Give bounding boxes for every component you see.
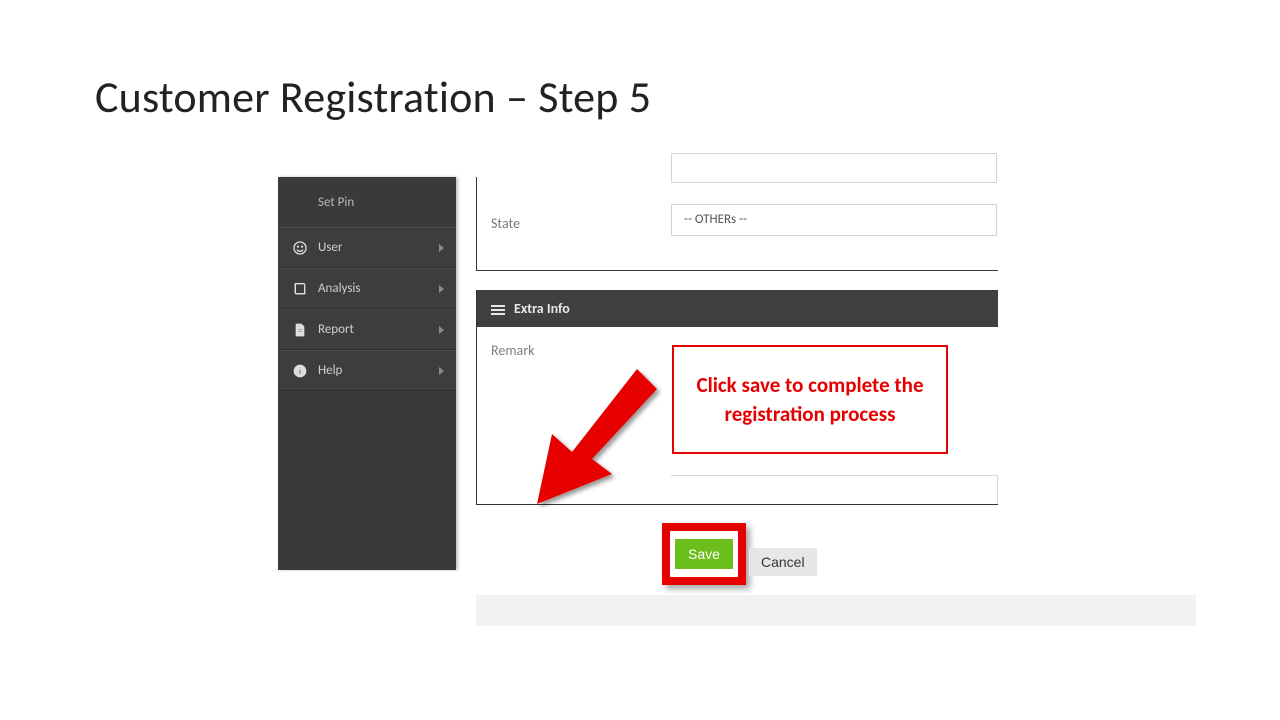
- sidebar: Set Pin User Analysis: [278, 177, 456, 570]
- document-icon: [292, 322, 308, 338]
- state-label: State: [491, 215, 520, 232]
- sidebar-item-label: User: [318, 240, 456, 255]
- sidebar-item-analysis[interactable]: Analysis: [278, 268, 456, 309]
- panel-header: Extra Info: [477, 290, 998, 327]
- state-select[interactable]: -- OTHERs --: [671, 204, 997, 236]
- slide: Customer Registration – Step 5 Set Pin U…: [0, 0, 1280, 720]
- save-button[interactable]: Save: [675, 539, 733, 569]
- cancel-button[interactable]: Cancel: [749, 548, 817, 576]
- sidebar-item-label: Analysis: [318, 281, 456, 296]
- sidebar-item-user[interactable]: User: [278, 227, 456, 268]
- chevron-right-icon: [439, 244, 444, 252]
- sidebar-item-report[interactable]: Report: [278, 309, 456, 350]
- annotation-callout: Click save to complete the registration …: [672, 345, 948, 454]
- sidebar-setpin-label: Set Pin: [318, 195, 354, 210]
- sidebar-item-setpin[interactable]: Set Pin: [278, 177, 456, 227]
- chevron-right-icon: [439, 326, 444, 334]
- menu-icon: [491, 303, 505, 317]
- address-panel: State -- OTHERs --: [476, 177, 998, 271]
- chevron-right-icon: [439, 367, 444, 375]
- sidebar-item-help[interactable]: Help: [278, 350, 456, 391]
- book-icon: [292, 281, 308, 297]
- footer-strip: [476, 595, 1196, 626]
- panel-title: Extra Info: [514, 300, 570, 317]
- remark-label: Remark: [491, 342, 534, 359]
- sidebar-item-label: Report: [318, 322, 456, 337]
- sidebar-item-label: Help: [318, 363, 456, 378]
- highlight-box: Save: [662, 523, 746, 585]
- info-icon: [292, 363, 308, 379]
- state-value: -- OTHERs --: [684, 212, 747, 227]
- callout-text: Click save to complete the registration …: [684, 371, 936, 428]
- remark-input[interactable]: [671, 475, 998, 504]
- text-input[interactable]: [671, 153, 997, 183]
- page-title: Customer Registration – Step 5: [95, 70, 651, 124]
- chevron-right-icon: [439, 285, 444, 293]
- smile-icon: [292, 240, 308, 256]
